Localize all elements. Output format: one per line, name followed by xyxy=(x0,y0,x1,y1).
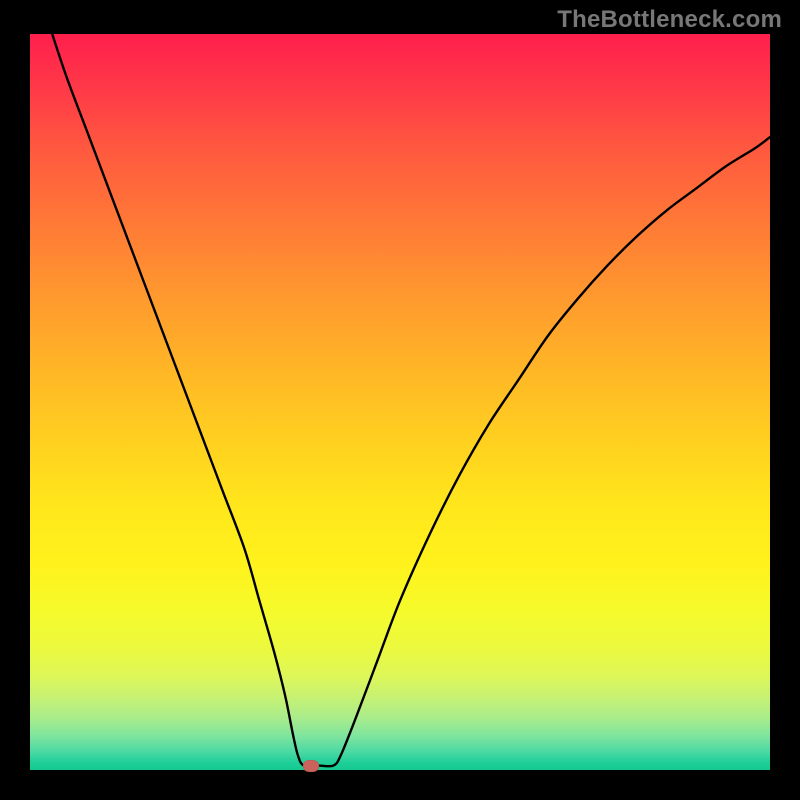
optimal-marker xyxy=(303,760,319,772)
chart-frame: TheBottleneck.com xyxy=(0,0,800,800)
bottleneck-curve xyxy=(52,34,770,766)
curve-svg xyxy=(30,34,770,770)
plot-area xyxy=(30,34,770,770)
watermark-text: TheBottleneck.com xyxy=(557,6,782,34)
